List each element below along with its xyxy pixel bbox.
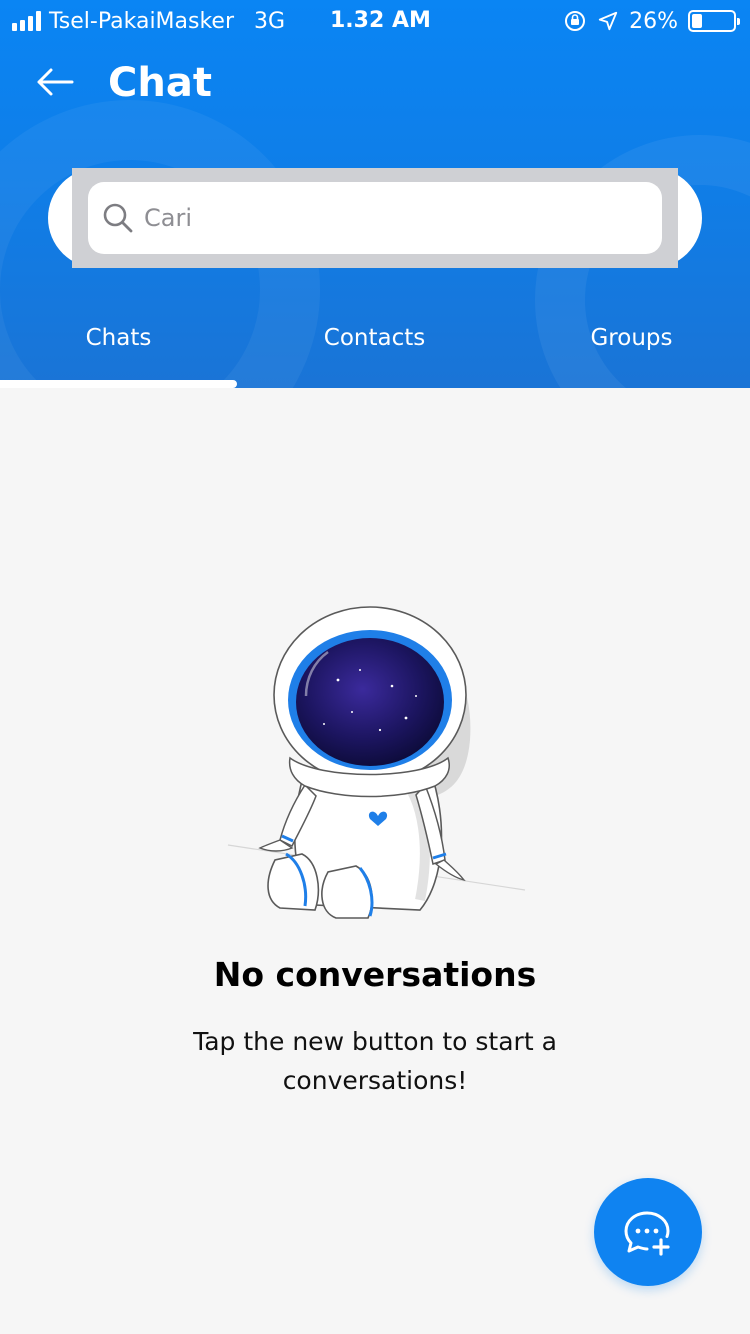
search-field[interactable]	[88, 182, 662, 254]
active-tab-indicator	[0, 380, 237, 388]
carrier-name: Tsel-PakaiMasker	[49, 8, 235, 34]
new-chat-icon	[624, 1211, 670, 1256]
tab-contacts[interactable]: Contacts	[256, 320, 493, 356]
new-chat-button[interactable]	[594, 1178, 702, 1286]
empty-state-subtitle: Tap the new button to start a conversati…	[193, 1027, 557, 1095]
tab-groups[interactable]: Groups	[513, 320, 750, 356]
search-icon	[103, 203, 133, 233]
battery-percent: 26%	[629, 8, 678, 34]
astronaut-illustration	[227, 606, 526, 919]
location-arrow-icon	[598, 11, 618, 31]
page-title: Chat	[108, 60, 212, 106]
battery-icon	[688, 10, 740, 32]
search-container	[48, 168, 702, 268]
search-input[interactable]	[144, 198, 624, 238]
empty-state-title: No conversations	[213, 955, 537, 994]
tab-chats[interactable]: Chats	[0, 320, 237, 356]
status-time: 1.32 AM	[330, 8, 431, 33]
arrow-left-icon	[37, 68, 74, 96]
tab-bar: Chats Contacts Groups	[0, 300, 750, 388]
signal-icon	[12, 11, 41, 31]
status-bar: Tsel-PakaiMasker 3G 1.32 AM 26%	[0, 0, 750, 40]
orientation-lock-icon	[565, 11, 586, 31]
search-frame	[72, 168, 678, 268]
network-type: 3G	[254, 8, 286, 34]
app-header: Tsel-PakaiMasker 3G 1.32 AM 26% Chat Car…	[0, 0, 750, 388]
back-button[interactable]	[30, 60, 80, 104]
